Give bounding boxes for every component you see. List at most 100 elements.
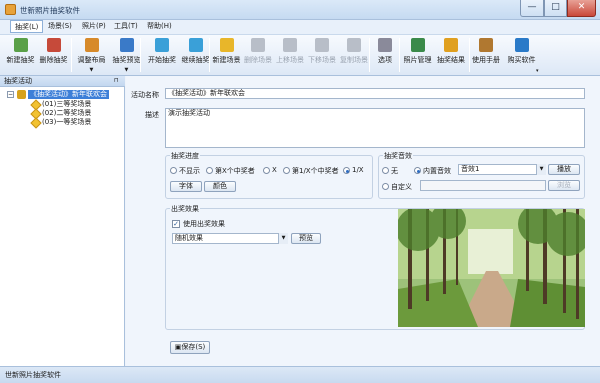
chevron-down-icon[interactable]: ▼ <box>536 164 546 175</box>
toolbar-button-medal[interactable]: 抽奖结果 <box>434 36 468 74</box>
toolbar-button-label: 使用手册 <box>472 56 500 64</box>
sound-radio-custom[interactable] <box>382 183 389 190</box>
toolbar-button-new-scene[interactable]: 新建场景 <box>211 36 242 74</box>
chevron-down-icon[interactable]: ▼ <box>278 233 288 244</box>
tree-collapse-icon[interactable]: − <box>7 91 14 98</box>
progress-group-title: 抽奖进度 <box>170 151 200 161</box>
sound-builtin-label: 内置音效 <box>423 167 451 175</box>
toolbar-button-continue[interactable]: 继续抽奖 <box>179 36 212 74</box>
wrench-icon <box>378 38 392 52</box>
sound-radio-none[interactable] <box>382 167 389 174</box>
toolbar-button-label: 抽奖预览 <box>112 56 141 64</box>
tree-item[interactable]: (01)三等奖场景 <box>42 100 91 109</box>
toolbar-separator <box>399 38 400 72</box>
menu-scene[interactable]: 场景(S) <box>44 20 76 33</box>
menu-tools[interactable]: 工具(T) <box>110 20 142 33</box>
toolbar-button-label: 购买软件 <box>507 56 536 64</box>
toolbar-button-label: 开始抽奖 <box>148 56 176 64</box>
folder-icon <box>17 90 26 99</box>
custom-sound-path[interactable] <box>420 180 546 191</box>
font-button[interactable]: 字体 <box>170 181 202 192</box>
progress-option-label: 第1/X个中奖者 <box>292 167 339 175</box>
dropdown-arrow-icon[interactable]: ▼ <box>90 67 94 73</box>
sound-group <box>378 155 585 199</box>
delete-scene-icon <box>251 38 265 52</box>
toolbar-button-label: 照片管理 <box>403 56 432 64</box>
toolbar-button-cart[interactable]: 购买软件 <box>505 36 538 74</box>
sound-radio-builtin[interactable] <box>414 167 421 174</box>
new-draw-icon <box>13 38 28 52</box>
preview-button[interactable]: 预览 <box>291 233 321 244</box>
sound-custom-label: 自定义 <box>391 183 412 191</box>
browse-button[interactable]: 浏览 <box>548 180 580 191</box>
minimize-button[interactable]: — <box>520 0 544 17</box>
effect-group-title: 出奖效果 <box>170 204 200 214</box>
progress-option-label: X <box>272 166 277 174</box>
cart-icon <box>514 38 529 52</box>
tree-item[interactable]: (03)一等奖场景 <box>42 118 91 127</box>
window-title: 世新照片抽奖软件 <box>20 6 80 15</box>
manual-icon <box>479 38 493 52</box>
tree-root-item[interactable]: 《抽奖活动》新年联欢会 <box>28 90 109 99</box>
maximize-button[interactable]: □ <box>544 0 567 17</box>
toolbar-separator <box>369 38 370 72</box>
progress-radio-1-of-x-nth[interactable] <box>283 167 290 174</box>
builtin-sound-select[interactable]: 音效1 <box>458 164 546 175</box>
description-textarea[interactable]: 演示抽奖活动 <box>165 108 585 148</box>
toolbar-button-wrench[interactable]: 选项 <box>372 36 398 74</box>
toolbar-button-delete-scene[interactable]: 删除场景 <box>242 36 274 74</box>
toolbar-separator <box>209 38 210 72</box>
progress-radio-x[interactable] <box>263 167 270 174</box>
progress-radio-1-of-x[interactable] <box>343 167 350 174</box>
toolbar-button-label: 新建抽奖 <box>6 56 35 64</box>
toolbar-overflow-icon[interactable]: ▾ <box>536 68 539 74</box>
toolbar-button-label: 调整布局 <box>77 56 106 64</box>
layout-icon <box>84 38 99 52</box>
copy-scene-icon <box>347 38 361 52</box>
toolbar-button-move-up[interactable]: 上移场景 <box>274 36 306 74</box>
toolbar-button-people[interactable]: 照片管理 <box>401 36 434 74</box>
toolbar-button-preview-search[interactable]: 抽奖预览 ▼ <box>110 36 143 74</box>
toolbar-button-move-down[interactable]: 下移场景 <box>306 36 338 74</box>
toolbar-button-label: 复制场景 <box>340 56 368 64</box>
menu-draw[interactable]: 抽奖(L) <box>10 20 44 33</box>
menu-photo[interactable]: 照片(P) <box>78 20 110 33</box>
tree-item[interactable]: (02)二等奖场景 <box>42 109 91 118</box>
toolbar-separator <box>71 38 72 72</box>
toolbar-separator <box>140 38 141 72</box>
play-icon <box>155 38 169 52</box>
toolbar-button-label: 抽奖结果 <box>437 56 465 64</box>
pin-icon[interactable]: ⊓ <box>114 77 119 84</box>
toolbar-button-layout[interactable]: 调整布局 ▼ <box>75 36 108 74</box>
effect-preview-image <box>398 209 585 327</box>
progress-radio-nth[interactable] <box>206 167 213 174</box>
toolbar-button-label: 删除场景 <box>244 56 272 64</box>
toolbar-button-delete-draw[interactable]: 删除抽奖 <box>37 36 70 74</box>
builtin-sound-value: 音效1 <box>461 165 480 173</box>
toolbar-button-label: 选项 <box>378 56 392 64</box>
save-button[interactable]: ▣保存(S) <box>170 341 210 354</box>
progress-radio-hidden[interactable] <box>170 167 177 174</box>
dropdown-arrow-icon[interactable]: ▼ <box>125 67 129 73</box>
play-button[interactable]: 播放 <box>548 164 580 175</box>
color-button[interactable]: 颜色 <box>204 181 236 192</box>
sound-none-label: 无 <box>391 167 398 175</box>
toolbar-button-label: 删除抽奖 <box>39 56 68 64</box>
close-button[interactable]: ✕ <box>567 0 596 17</box>
use-effect-checkbox[interactable]: ✓ <box>172 220 180 228</box>
effect-select-value: 随机效果 <box>175 234 203 242</box>
toolbar-button-new-draw[interactable]: 新建抽奖 <box>4 36 37 74</box>
preview-search-icon <box>119 38 134 52</box>
continue-icon <box>188 38 203 52</box>
app-icon <box>5 4 16 15</box>
move-up-icon <box>283 38 297 52</box>
toolbar-button-label: 继续抽奖 <box>181 56 210 64</box>
toolbar-button-play[interactable]: 开始抽奖 <box>145 36 179 74</box>
medal-icon <box>444 38 458 52</box>
menu-help[interactable]: 帮助(H) <box>143 20 176 33</box>
activity-name-input[interactable]: 《抽奖活动》新年联欢会 <box>165 88 585 99</box>
toolbar-button-copy-scene[interactable]: 复制场景 <box>338 36 370 74</box>
effect-select[interactable]: 随机效果 <box>172 233 288 244</box>
toolbar-button-manual[interactable]: 使用手册 <box>469 36 503 74</box>
sound-group-title: 抽奖音效 <box>383 151 413 161</box>
